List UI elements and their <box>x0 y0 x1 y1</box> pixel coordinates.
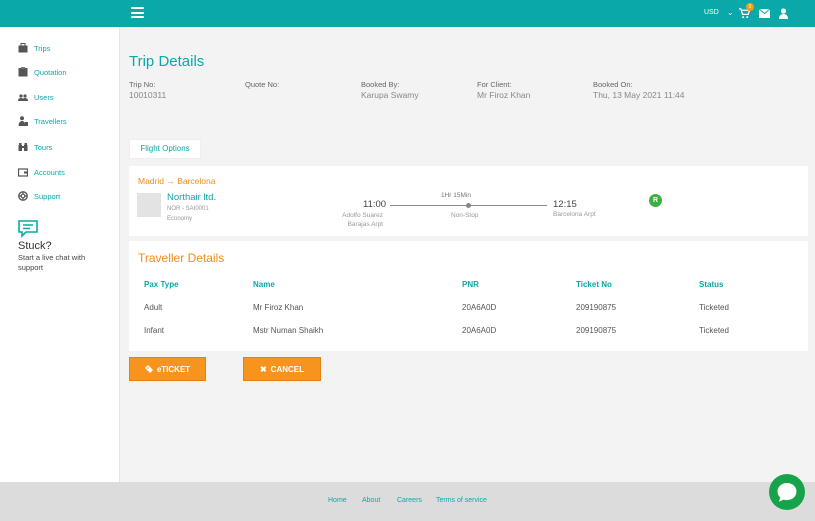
booked-on-value: Thu, 13 May 2021 11:44 <box>593 90 685 100</box>
chevron-down-icon[interactable]: ⌄ <box>727 8 734 17</box>
cancel-label: CANCEL <box>270 364 305 374</box>
column-header: PNR <box>462 280 479 289</box>
ticket-no-cell: 209190875 <box>576 326 617 335</box>
stuck-title: Stuck? <box>18 240 52 252</box>
users-icon <box>18 94 28 101</box>
departure-time: 11:00 <box>363 199 387 210</box>
sidebar-item-travellers[interactable]: Travellers <box>18 114 67 128</box>
status-cell: Ticketed <box>699 303 729 312</box>
cart-count-badge: 0 <box>746 3 754 11</box>
sidebar-item-label: Accounts <box>34 167 65 177</box>
chat-icon <box>18 220 38 238</box>
sidebar-item-label: Quotation <box>34 67 67 77</box>
pax-type-cell: Infant <box>144 326 165 335</box>
sidebar-item-label: Travellers <box>34 116 67 126</box>
footer-link-home[interactable]: Home <box>328 497 347 504</box>
pax-type-cell: Adult <box>144 303 163 312</box>
ticket-icon <box>144 365 153 373</box>
stops: Non-Stop <box>451 212 479 219</box>
column-header: Ticket No <box>576 280 612 289</box>
booked-by-value: Karupa Swamy <box>361 90 419 100</box>
footer-link-about[interactable]: About <box>362 497 380 504</box>
document-icon <box>18 67 28 77</box>
page-title: Trip Details <box>129 53 205 70</box>
status-cell: Ticketed <box>699 326 729 335</box>
eticket-label: eTICKET <box>156 364 191 374</box>
column-header: Pax Type <box>144 280 179 289</box>
mail-icon[interactable] <box>759 9 770 18</box>
quote-no-label: Quote No: <box>245 80 280 89</box>
binoculars-icon <box>18 143 28 151</box>
sidebar-item-label: Support <box>34 191 61 201</box>
name-cell: Mstr Numan Shaikh <box>253 326 324 335</box>
flight-duration: 1Hr 15Min <box>441 192 471 199</box>
sidebar-item-trips[interactable]: Trips <box>18 41 50 55</box>
currency-selector[interactable]: USD <box>704 9 719 16</box>
fare-type-badge: R <box>649 194 662 207</box>
trip-no-value: 10010311 <box>129 90 167 100</box>
traveller-card: Traveller Details Pax Type Name PNR Tick… <box>129 241 808 351</box>
booked-by-label: Booked By: <box>361 80 400 89</box>
booked-on-label: Booked On: <box>593 80 633 89</box>
ticket-no-cell: 209190875 <box>576 303 617 312</box>
flight-card: Madrid → Barcelona Northair ltd. NOR - S… <box>129 166 808 236</box>
pnr-cell: 20A6A0D <box>462 303 497 312</box>
user-icon[interactable] <box>779 8 788 19</box>
sidebar-item-tours[interactable]: Tours <box>18 140 52 154</box>
sidebar-item-label: Trips <box>34 43 51 53</box>
sidebar-item-support[interactable]: Support <box>18 189 60 203</box>
route-title: Madrid → Barcelona <box>138 176 216 186</box>
route-dot <box>466 203 471 208</box>
arrival-airport: Barcelona Arpt <box>553 211 596 218</box>
cancel-button[interactable]: ✖ CANCEL <box>243 357 321 381</box>
eticket-button[interactable]: eTICKET <box>129 357 206 381</box>
name-cell: Mr Firoz Khan <box>253 303 304 312</box>
column-header: Name <box>253 280 275 289</box>
sidebar-item-users[interactable]: Users <box>18 90 54 104</box>
wallet-icon <box>18 168 28 177</box>
live-chat-button[interactable] <box>769 474 805 510</box>
briefcase-icon <box>18 43 28 53</box>
trip-no-label: Trip No: <box>129 80 156 89</box>
pnr-cell: 20A6A0D <box>462 326 497 335</box>
sidebar-item-label: Users <box>34 92 54 102</box>
top-bar: USD ⌄ 0 <box>0 0 815 27</box>
flight-code: NOR - SAI0001 <box>167 206 209 212</box>
lifebuoy-icon <box>18 191 28 201</box>
cabin-class: Economy <box>167 216 193 222</box>
traveller-icon <box>18 116 28 126</box>
close-icon: ✖ <box>259 364 267 374</box>
live-chat-link[interactable]: Start a live chat with support <box>18 253 108 273</box>
airline-logo <box>137 193 161 217</box>
menu-icon[interactable] <box>131 7 144 18</box>
airline-name: Northair ltd. <box>167 192 217 203</box>
for-client-label: For Client: <box>477 80 512 89</box>
sidebar-item-accounts[interactable]: Accounts <box>18 165 65 179</box>
sidebar: Trips Quotation Users Travellers Tours A… <box>0 27 120 482</box>
footer-link-careers[interactable]: Careers <box>397 497 422 504</box>
footer-link-terms[interactable]: Terms of service <box>436 497 487 504</box>
arrival-time: 12:15 <box>553 199 577 210</box>
footer: Home About Careers Terms of service <box>0 482 815 521</box>
sidebar-item-quotation[interactable]: Quotation <box>18 65 67 79</box>
for-client-value: Mr Firoz Khan <box>477 90 531 100</box>
tab-flight-options[interactable]: Flight Options <box>129 139 201 159</box>
traveller-title: Traveller Details <box>138 251 225 265</box>
departure-airport: Adolfo Suarez Barajas Arpt <box>342 212 383 228</box>
sidebar-item-label: Tours <box>34 142 53 152</box>
chat-bubble-icon <box>777 483 797 502</box>
column-header: Status <box>699 280 724 289</box>
